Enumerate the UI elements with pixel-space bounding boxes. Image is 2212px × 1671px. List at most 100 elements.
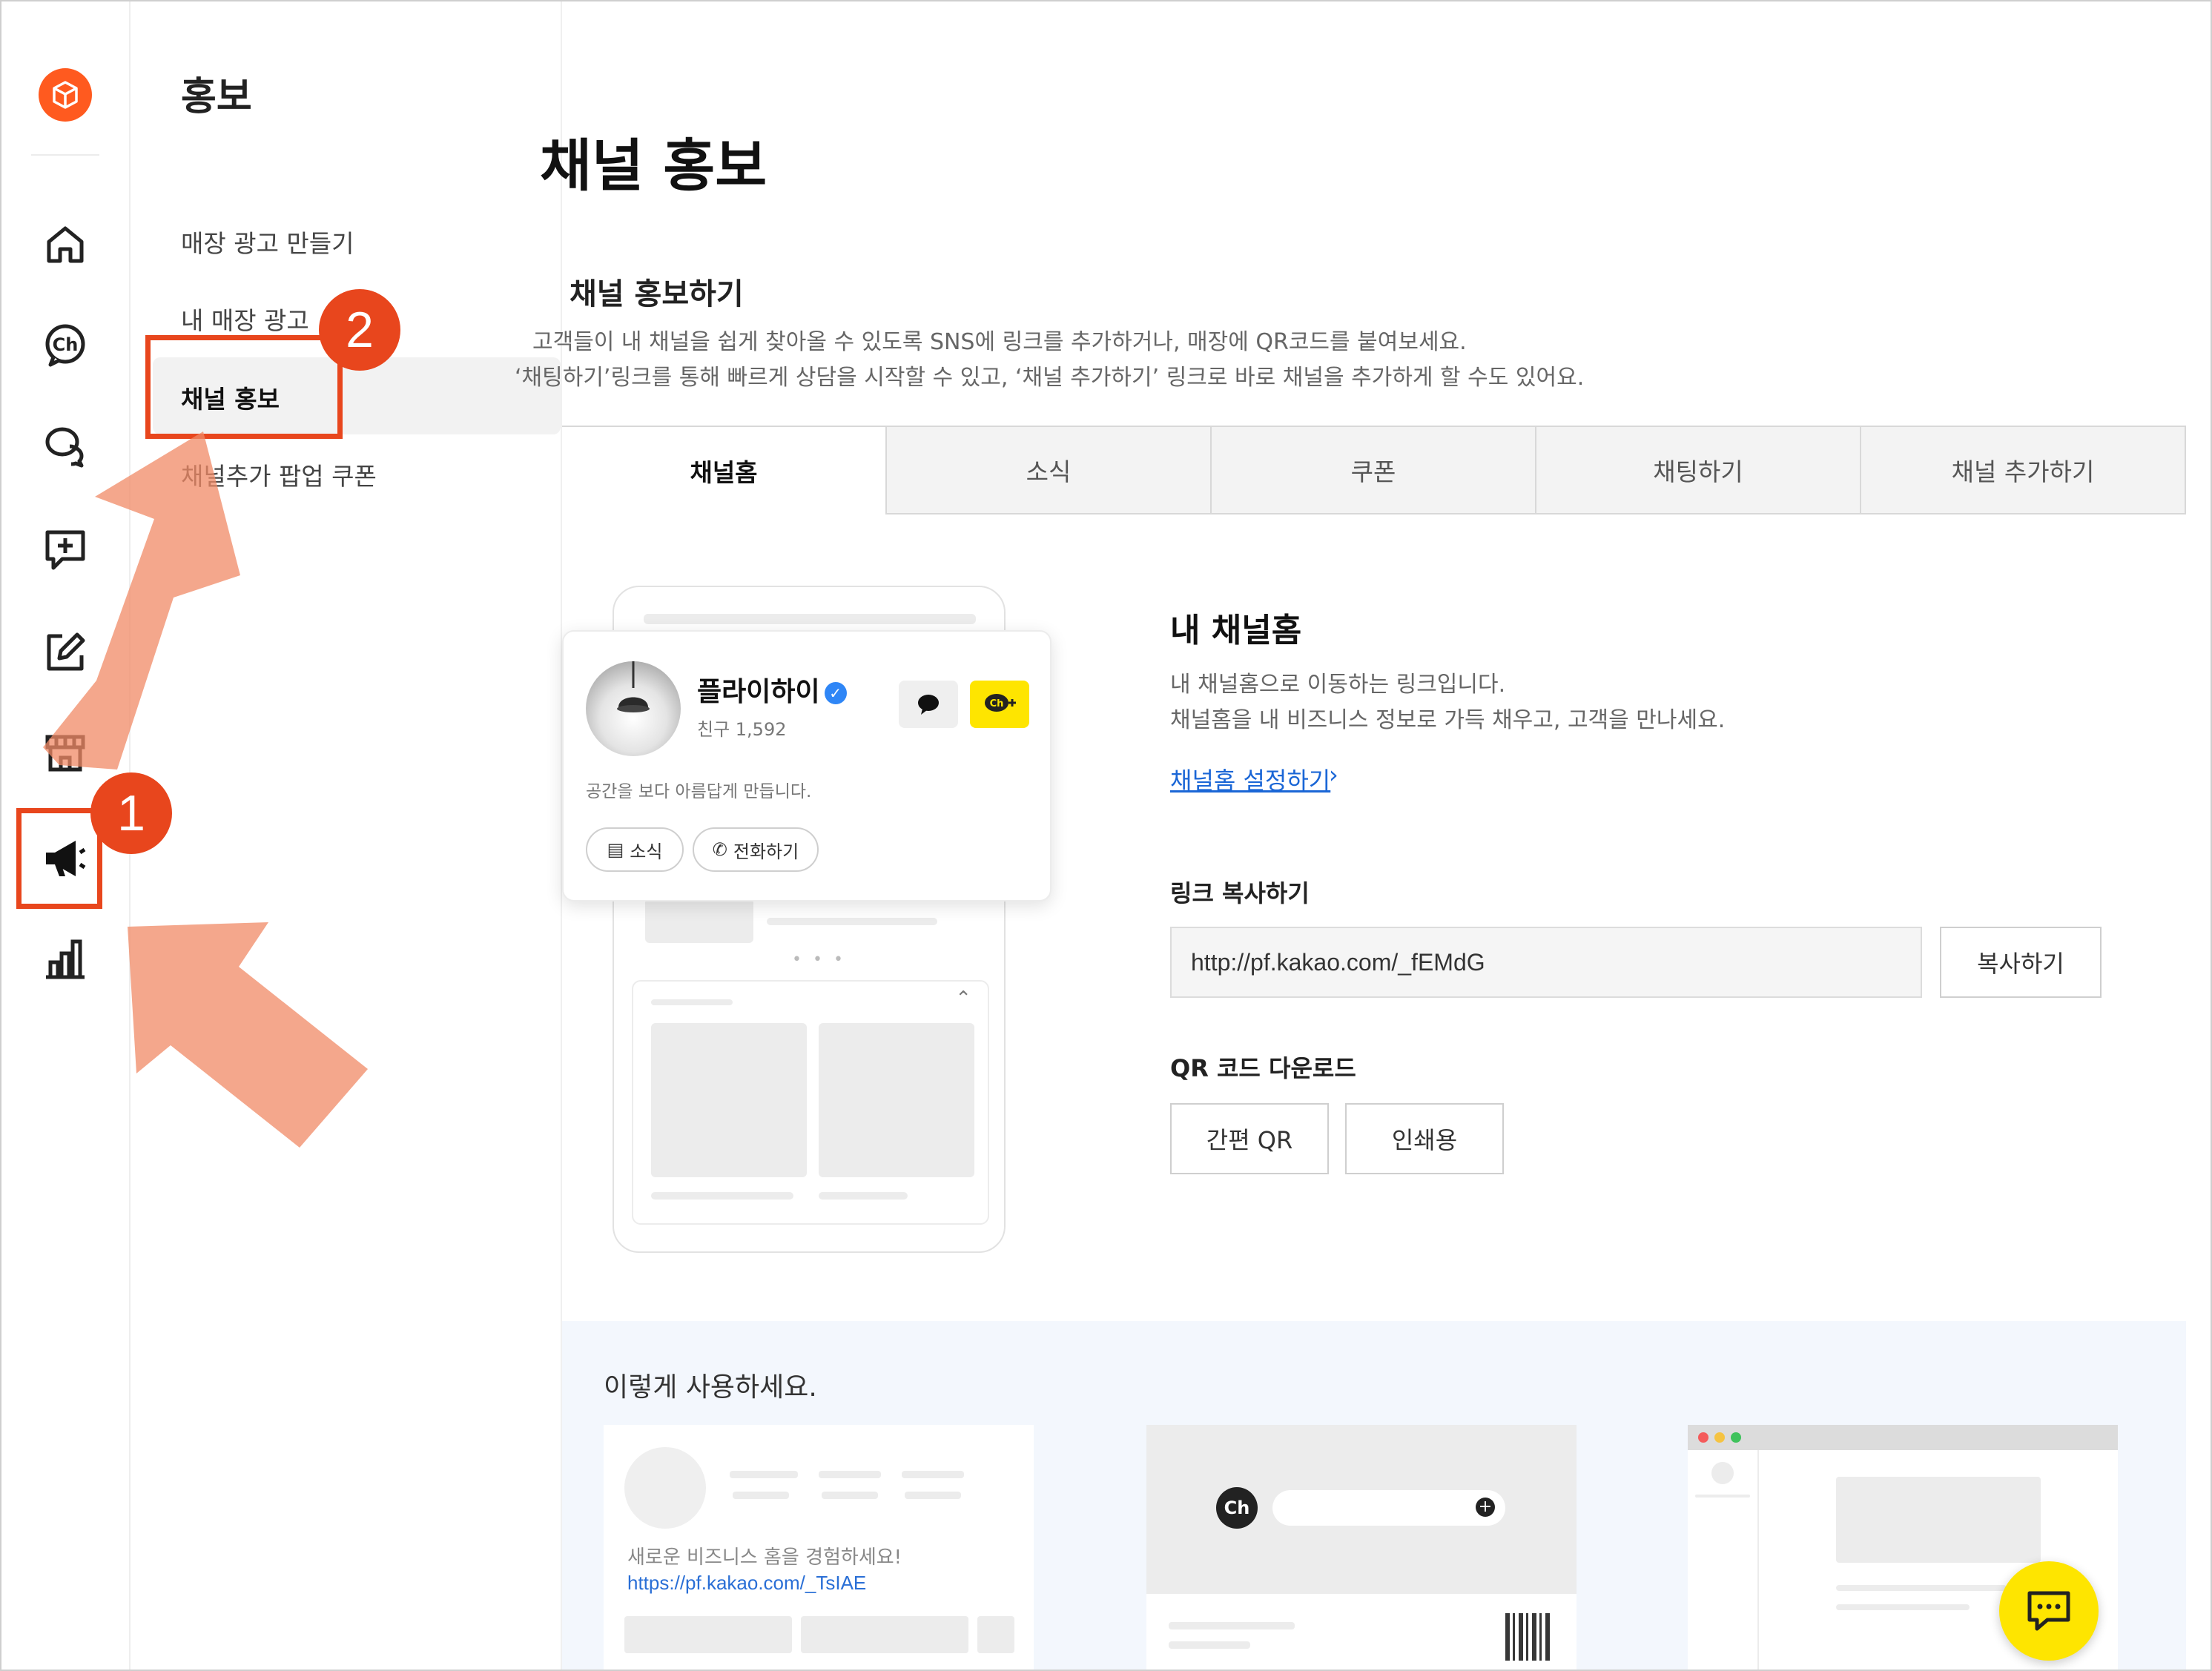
browser-titlebar [1688,1425,2118,1450]
channel-url-field[interactable]: http://pf.kakao.com/_fEMdG [1170,927,1922,998]
rail-divider [31,154,99,156]
page-title: 채널 홍보 [540,133,767,199]
news-chip-label: 소식 [630,841,663,862]
svg-text:Ch: Ch [53,334,79,355]
preview-placeholder-bar [644,614,976,624]
placeholder-line [819,1471,881,1478]
friend-count: 친구 1,592 [697,719,787,740]
channel-icon[interactable]: Ch [40,320,90,371]
example-search-bar: + [1272,1490,1505,1526]
usage-example-sns: 새로운 비즈니스 홈을 경험하세요! https://pf.kakao.com/… [604,1425,1034,1670]
chat-icon[interactable] [40,421,90,471]
placeholder-line [822,1492,878,1499]
cube-icon [53,81,78,109]
submenu-item-popup-coupon[interactable]: 채널추가 팝업 쿠폰 [181,457,377,492]
tab-add-channel[interactable]: 채널 추가하기 [1860,427,2186,514]
preview-pagination-dots: • • • [792,950,846,969]
step-badge-2: 2 [319,289,400,371]
link-copy-label: 링크 복사하기 [1170,879,1310,907]
section-title: 채널 홍보하기 [569,277,744,311]
placeholder-line [733,1492,789,1499]
preview-placeholder-bar [651,999,733,1005]
sample-post-link: https://pf.kakao.com/_TsIAE [627,1572,867,1594]
section-description-line2: ‘채팅하기’링크를 통해 빠르게 상담을 시작할 수 있고, ‘채널 추가하기’… [515,365,1585,391]
detail-description-line2: 채널홈을 내 비즈니스 정보로 가득 채우고, 고객을 만나세요. [1170,707,1726,733]
chat-support-button[interactable] [1999,1561,2099,1661]
placeholder-block [801,1616,968,1653]
svg-text:Ch: Ch [990,698,1004,709]
qr-download-label: QR 코드 다운로드 [1170,1054,1356,1082]
minimize-dot-icon [1714,1432,1725,1443]
detail-title: 내 채널홈 [1170,612,1302,649]
qr-print-button[interactable]: 인쇄용 [1345,1103,1504,1174]
placeholder-line [905,1492,961,1499]
placeholder-line [1836,1585,2007,1591]
business-logo[interactable] [39,68,92,122]
copy-button[interactable]: 복사하기 [1940,927,2102,998]
channel-add-button[interactable]: Ch [970,681,1029,728]
phone-icon: ✆ [712,839,727,860]
usage-section: 이렇게 사용하세요. 새로운 비즈니스 홈을 경험하세요! https://pf… [562,1321,2186,1670]
channel-description: 공간을 보다 아름답게 만듭니다. [586,782,812,801]
tab-chat[interactable]: 채팅하기 [1535,427,1860,514]
qr-code-icon [1505,1613,1553,1661]
placeholder-block [977,1616,1014,1653]
placeholder-line [1836,1604,1970,1610]
preview-placeholder-block [651,1023,807,1177]
verified-icon: ✓ [824,682,847,704]
call-chip[interactable]: ✆ 전화하기 [693,827,819,872]
chevron-right-icon: › [1329,761,1338,789]
preview-placeholder-block [645,899,753,943]
plus-icon: + [1476,1498,1495,1517]
close-dot-icon [1698,1432,1708,1443]
store-icon[interactable] [40,728,90,778]
app-window: Ch 홍보 매장 광고 만들기 내 매장 광고 채널 홍보 채널추가 팝업 쿠폰 [0,0,2212,1671]
placeholder-avatar [624,1447,706,1529]
promo-tabs: 채널홈 소식 쿠폰 채팅하기 채널 추가하기 [562,426,2186,514]
preview-panel: ⌃ [632,980,989,1225]
home-icon[interactable] [40,219,90,270]
qr-simple-button[interactable]: 간편 QR [1170,1103,1329,1174]
submenu-item-my-ads[interactable]: 내 매장 광고 [181,301,309,337]
placeholder-avatar [1711,1462,1734,1484]
speech-bubble-icon [918,695,939,715]
highlight-box-promo-icon [16,808,102,909]
browser-sidebar [1688,1450,1759,1670]
usage-example-qr: Ch + [1146,1425,1577,1670]
edit-post-icon[interactable] [40,627,90,678]
document-icon: ▤ [607,839,624,860]
tab-coupon[interactable]: 쿠폰 [1210,427,1535,514]
ch-plus-icon: Ch [985,694,1016,712]
preview-placeholder-bar [819,1192,908,1200]
channel-name: 플라이하이 [697,677,820,707]
submenu-item-create-ad[interactable]: 매장 광고 만들기 [181,224,354,259]
tab-news[interactable]: 소식 [885,427,1210,514]
preview-placeholder-bar [651,1192,793,1200]
stats-icon[interactable] [40,934,90,985]
placeholder-block [624,1616,792,1653]
promo-submenu: 홍보 매장 광고 만들기 내 매장 광고 채널 홍보 채널추가 팝업 쿠폰 [131,1,562,1670]
channel-name-row: 플라이하이 ✓ [697,670,847,709]
channel-badge: Ch [1216,1487,1258,1529]
chevron-up-icon: ⌃ [955,987,971,1010]
chat-bubble-icon [2027,1591,2070,1631]
section-description-line1: 고객들이 내 채널을 쉽게 찾아올 수 있도록 SNS에 링크를 추가하거나, … [532,329,1467,355]
profile-avatar [586,661,681,756]
add-message-icon[interactable] [40,525,90,575]
placeholder-line [902,1471,964,1478]
preview-placeholder-block [819,1023,974,1177]
chat-bubble-button[interactable] [899,681,958,728]
placeholder-line [1695,1495,1750,1498]
sample-post-text: 새로운 비즈니스 홈을 경험하세요! [627,1546,902,1569]
submenu-title: 홍보 [181,75,252,119]
main-content: 채널 홍보 채널 홍보하기 고객들이 내 채널을 쉽게 찾아올 수 있도록 SN… [515,1,2211,1670]
channel-profile-card: 플라이하이 ✓ 친구 1,592 Ch 공간을 보다 아름답게 만듭니다. ▤ 소식… [562,630,1051,901]
placeholder-line [1169,1622,1295,1629]
channel-home-settings-link[interactable]: 채널홈 설정하기 [1170,762,1330,796]
news-chip[interactable]: ▤ 소식 [586,827,684,872]
lamp-icon [617,661,650,712]
highlight-box-channel-promo [145,335,343,439]
tab-channel-home[interactable]: 채널홈 [562,427,885,514]
step-badge-1: 1 [90,772,172,854]
placeholder-line [1169,1641,1250,1649]
